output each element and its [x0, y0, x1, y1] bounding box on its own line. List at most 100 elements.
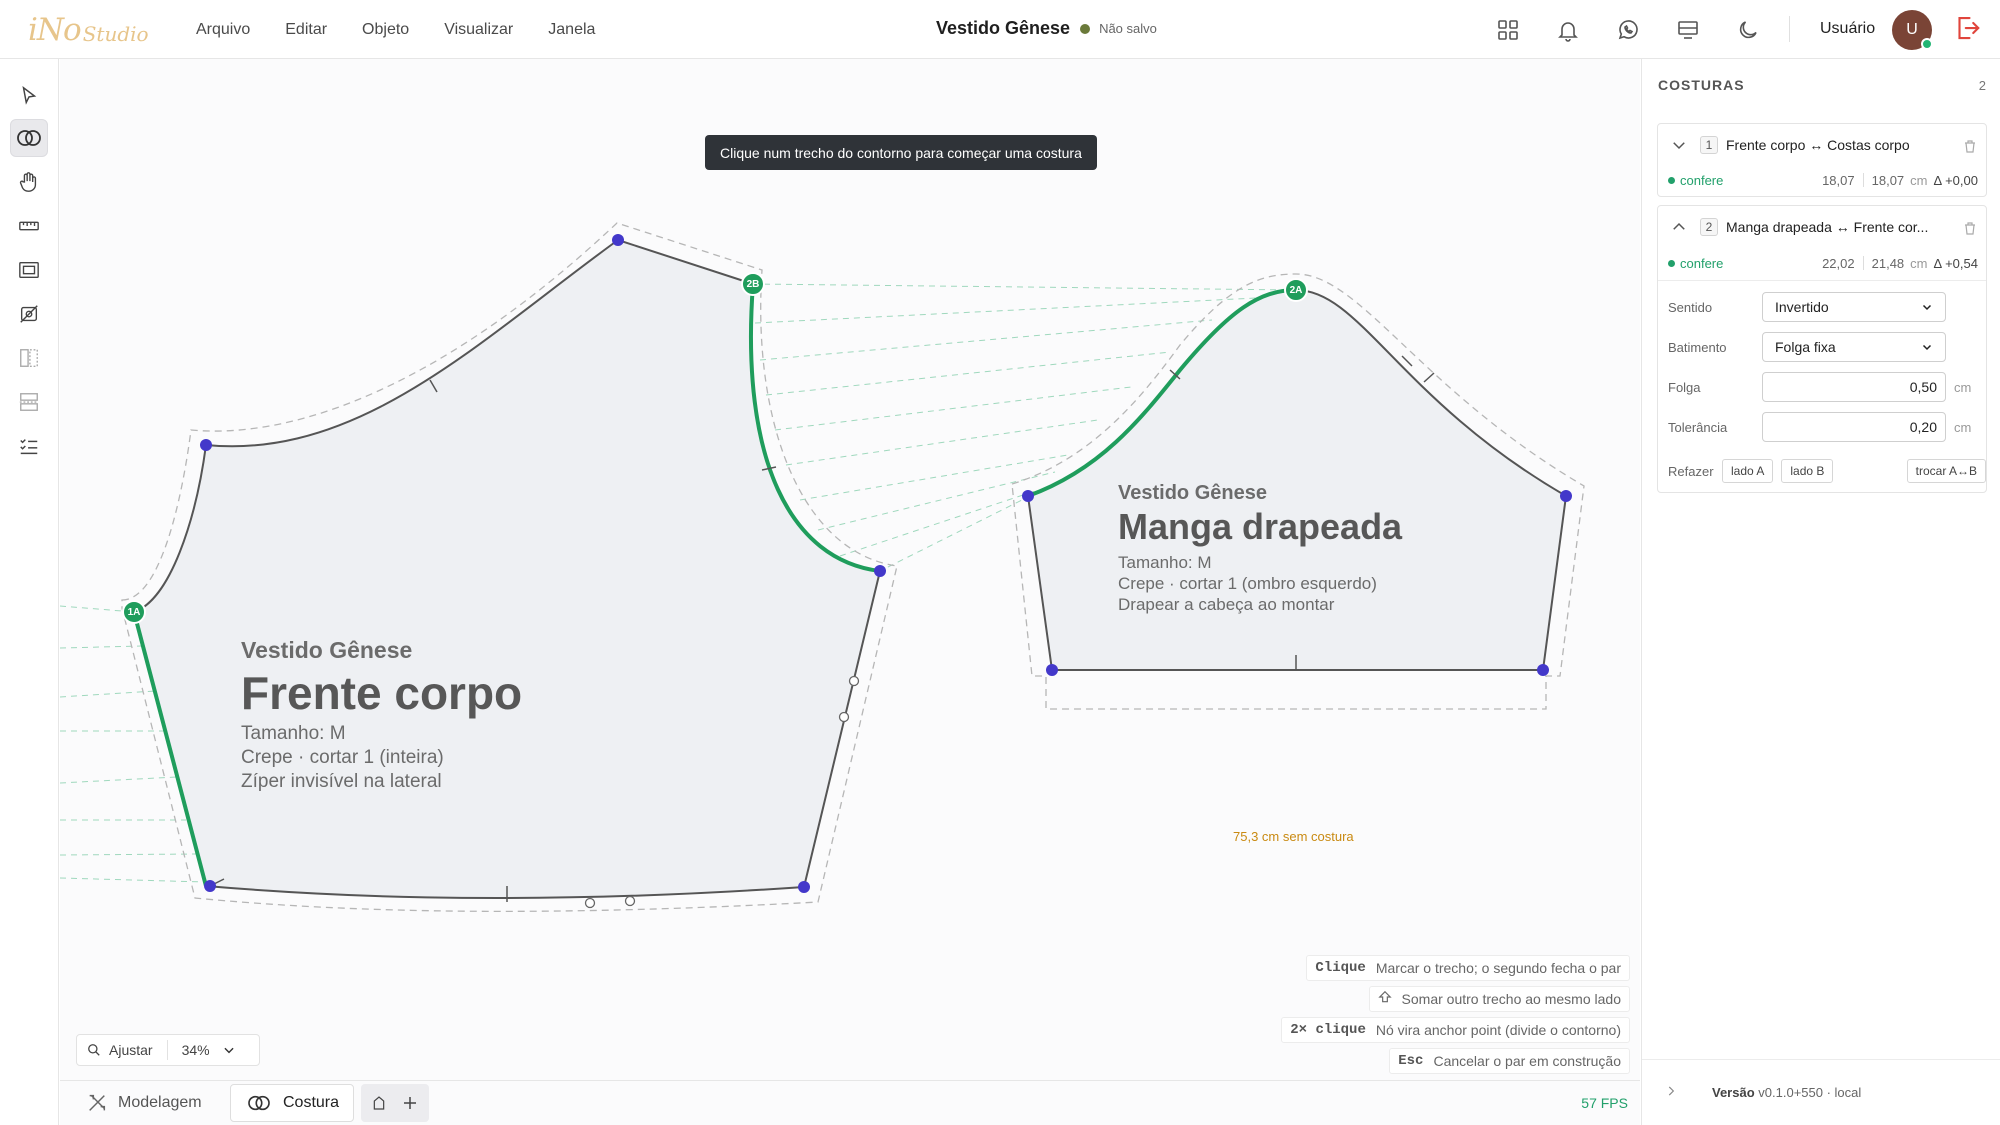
bottom-bar: Modelagem Costura 57 FPS [60, 1080, 1640, 1125]
piece-name: Manga drapeada [1118, 506, 1403, 547]
fps-counter: 57 FPS [1581, 1095, 1628, 1111]
redo-side-a-button[interactable]: lado A [1722, 459, 1774, 483]
grid-icon[interactable] [1492, 14, 1524, 46]
hide-tool[interactable] [10, 295, 48, 333]
garment-icon[interactable] [371, 1094, 387, 1112]
shortcut-desc: Marcar o trecho; o segundo fecha o par [1375, 960, 1621, 976]
version-value: v0.1.0+550 · local [1758, 1085, 1862, 1100]
zoom-level[interactable]: 34% [182, 1042, 210, 1058]
save-status: Não salvo [1099, 21, 1157, 36]
unit-label: cm [1954, 419, 1972, 435]
ruler-tool[interactable] [10, 207, 48, 245]
shortcut-click: Clique Marcar o trecho; o segundo fecha … [1306, 955, 1630, 981]
hand-tool[interactable] [10, 163, 48, 201]
piece-note: Drapear a cabeça ao montar [1118, 595, 1335, 614]
add-icon[interactable] [401, 1094, 419, 1112]
length-b: 18,07 [1871, 172, 1905, 188]
tab-actions [361, 1084, 429, 1122]
user-name[interactable]: Usuário [1820, 20, 1875, 38]
chevron-up-icon[interactable] [1670, 218, 1688, 236]
folga-input[interactable]: 0,50 [1762, 372, 1946, 402]
shortcut-key: Esc [1398, 1053, 1424, 1069]
seam-tool[interactable] [10, 119, 48, 157]
field-label: Refazer [1668, 463, 1714, 479]
chevron-down-icon[interactable] [1670, 136, 1688, 154]
logo-studio: Studio [82, 22, 149, 46]
menu-arquivo[interactable]: Arquivo [196, 21, 250, 39]
divider [1789, 16, 1790, 42]
frame-tool[interactable] [10, 251, 48, 289]
menu-editar[interactable]: Editar [285, 21, 327, 39]
logout-icon[interactable] [1952, 13, 1982, 43]
tab-costura[interactable]: Costura [230, 1084, 355, 1122]
hint-tooltip: Clique num trecho do contorno para começ… [705, 135, 1097, 170]
search-icon[interactable] [87, 1043, 101, 1057]
divider [1862, 256, 1864, 270]
seam-marker-2b[interactable]: 2B [741, 272, 765, 296]
swap-sides-button[interactable]: trocar A↔B [1906, 459, 1986, 483]
field-label: Sentido [1668, 299, 1713, 315]
document-name[interactable]: Vestido Gênese [936, 18, 1070, 39]
chevron-down-icon[interactable] [222, 1043, 236, 1057]
mirror-tool[interactable] [10, 339, 48, 377]
field-label: Batimento [1668, 339, 1727, 355]
document-title: Vestido Gênese Não salvo [936, 18, 1157, 39]
menu-objeto[interactable]: Objeto [362, 21, 409, 39]
seam-marker-1a[interactable]: 1A [122, 600, 146, 624]
app-logo[interactable]: iNo Studio [28, 12, 149, 48]
length-a: 18,07 [1822, 172, 1855, 188]
split-tool[interactable] [10, 383, 48, 421]
whatsapp-icon[interactable] [1612, 14, 1644, 46]
select-tool[interactable] [10, 77, 48, 115]
menu-visualizar[interactable]: Visualizar [444, 21, 513, 39]
piece-size: Tamanho: M [241, 723, 346, 744]
length-a: 22,02 [1822, 255, 1855, 271]
seam-card[interactable]: 2 Manga drapeada ↔ Frente cor... confere… [1657, 205, 1987, 493]
top-bar: iNo Studio Arquivo Editar Objeto Visuali… [0, 0, 2000, 59]
save-status-dot [1080, 23, 1091, 34]
seam-icon [245, 1093, 273, 1113]
trash-icon[interactable] [1964, 222, 1976, 235]
bell-icon[interactable] [1552, 14, 1584, 46]
marker-label: 1A [127, 606, 141, 618]
seam-pair: Frente corpo ↔ Costas corpo [1726, 137, 1910, 153]
piece-fabric: Crepe · cortar 1 (inteira) [241, 747, 444, 768]
online-status-dot [1921, 38, 1933, 50]
piece-model: Vestido Gênese [241, 637, 413, 663]
tolerancia-input[interactable]: 0,20 [1762, 412, 1946, 442]
refazer-row: Refazer lado A lado B trocar A↔B [1668, 456, 1986, 486]
seam-card-header[interactable]: 1 Frente corpo ↔ Costas corpo [1658, 124, 1986, 166]
drawing-canvas[interactable]: 1A 2B 2A Clique num trecho do contorno p… [60, 59, 1640, 1080]
menu-janela[interactable]: Janela [548, 21, 595, 39]
delta-value: Δ +0,54 [1933, 255, 1978, 271]
unit-label: cm [1910, 255, 1928, 271]
piece-name: Frente corpo [241, 667, 523, 719]
top-icons [1492, 14, 1792, 46]
layout-icon[interactable] [1672, 14, 1704, 46]
fit-button[interactable]: Ajustar [109, 1042, 153, 1058]
folga-row: Folga 0,50 cm [1668, 372, 1978, 402]
batimento-select[interactable]: Folga fixa [1762, 332, 1946, 362]
shortcut-desc: Somar outro trecho ao mesmo lado [1401, 991, 1621, 1007]
checklist-tool[interactable] [10, 427, 48, 465]
trash-icon[interactable] [1964, 140, 1976, 153]
moon-icon[interactable] [1732, 14, 1764, 46]
redo-side-b-button[interactable]: lado B [1781, 459, 1834, 483]
sentido-select[interactable]: Invertido [1762, 292, 1946, 322]
seam-card[interactable]: 1 Frente corpo ↔ Costas corpo confere 18… [1657, 123, 1987, 197]
version-label: Versão [1712, 1085, 1755, 1100]
shift-icon [1377, 990, 1392, 1009]
chevron-right-icon[interactable] [1664, 1083, 1678, 1099]
shortcut-shift: Somar outro trecho ao mesmo lado [1368, 986, 1630, 1012]
seam-pair: Manga drapeada ↔ Frente cor... [1726, 219, 1929, 235]
sentido-row: Sentido Invertido [1668, 292, 1978, 322]
seam-card-header[interactable]: 2 Manga drapeada ↔ Frente cor... [1658, 206, 1986, 248]
seam-metrics: confere 18,07 18,07 cm Δ +0,00 [1668, 171, 1978, 189]
unsewn-length-label: 75,3 cm sem costura [1233, 829, 1354, 844]
seam-marker-2a[interactable]: 2A [1284, 278, 1308, 302]
field-label: Folga [1668, 379, 1701, 395]
shortcut-desc: Cancelar o par em construção [1433, 1053, 1621, 1069]
tab-modelagem[interactable]: Modelagem [72, 1084, 216, 1122]
shortcut-key: Clique [1315, 960, 1366, 976]
main-menu: Arquivo Editar Objeto Visualizar Janela [196, 0, 630, 59]
